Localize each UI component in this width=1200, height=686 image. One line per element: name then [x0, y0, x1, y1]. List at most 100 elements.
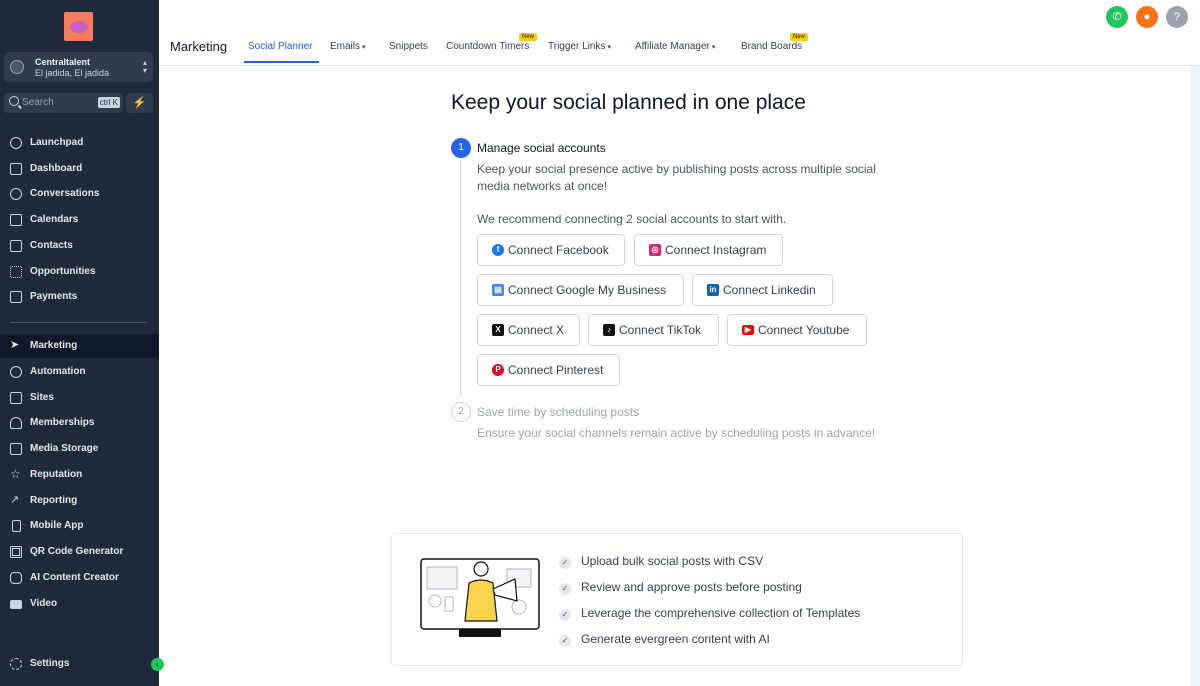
scrollbar[interactable]: [1190, 66, 1200, 686]
features-card: ✓ Upload bulk social posts with CSV ✓ Revi…: [391, 533, 963, 666]
automation-icon: [10, 366, 22, 378]
sidebar-item-qr-code-generator[interactable]: QR Code Generator: [0, 540, 159, 564]
sidebar-item-launchpad[interactable]: Launchpad: [0, 131, 159, 155]
tab-snippets[interactable]: Snippets: [389, 41, 428, 52]
sidebar-item-media-storage[interactable]: Media Storage: [0, 437, 159, 461]
quick-action-button[interactable]: ⚡: [126, 93, 153, 113]
button-label: Connect X: [508, 323, 565, 337]
logo-mark: [69, 20, 88, 33]
notifications-button[interactable]: ●: [1136, 6, 1158, 28]
feature-label: Leverage the comprehensive collection of…: [581, 606, 861, 620]
active-tab-indicator: [244, 61, 319, 63]
sidebar-item-label: QR Code Generator: [30, 546, 124, 557]
feature-item: ✓ Generate evergreen content with AI: [559, 632, 770, 647]
tab-social-planner[interactable]: Social Planner: [248, 41, 312, 52]
sidebar-item-settings[interactable]: Settings: [0, 652, 159, 676]
sidebar-item-automation[interactable]: Automation: [0, 360, 159, 384]
connect-pinterest-button[interactable]: P Connect Pinterest: [477, 354, 620, 386]
sidebar-item-label: Mobile App: [30, 520, 84, 531]
connect-x-button[interactable]: X Connect X: [477, 314, 580, 346]
sidebar-item-label: Settings: [30, 658, 70, 669]
sidebar-item-conversations[interactable]: Conversations: [0, 182, 159, 206]
account-location: El jadida, El jadida: [35, 68, 110, 78]
trend-icon: ↗: [10, 494, 20, 506]
sidebar-item-label: AI Content Creator: [30, 572, 119, 583]
step-1-description: Keep your social presence active by publ…: [477, 162, 876, 193]
sidebar-item-video[interactable]: Video: [0, 592, 159, 616]
phone-button[interactable]: ✆: [1106, 6, 1128, 28]
connect-instagram-button[interactable]: ◎ Connect Instagram: [634, 234, 783, 266]
sidebar-item-ai-content-creator[interactable]: AI Content Creator: [0, 566, 159, 590]
connect-google-business-button[interactable]: ▤ Connect Google My Business: [477, 274, 684, 306]
tab-emails[interactable]: Emails ▾: [330, 41, 366, 52]
membership-icon: [10, 417, 22, 429]
sidebar-item-marketing[interactable]: ➤ Marketing: [0, 334, 159, 358]
sidebar-item-label: Dashboard: [30, 163, 83, 174]
account-switcher[interactable]: Centraltalent El jadida, El jadida ▴ ▾: [4, 52, 153, 82]
sidebar-item-label: Marketing: [30, 340, 78, 351]
contacts-icon: [10, 240, 22, 252]
step-1-title: Manage social accounts: [477, 141, 606, 155]
chevron-down-icon: ▾: [362, 44, 366, 51]
google-business-icon: ▤: [492, 284, 504, 296]
help-button[interactable]: ?: [1166, 6, 1188, 28]
search-icon: [9, 96, 19, 106]
company-logo[interactable]: [64, 12, 93, 41]
help-icon: ?: [1173, 11, 1181, 23]
feature-item: ✓ Upload bulk social posts with CSV: [559, 554, 763, 569]
sidebar-item-calendars[interactable]: Calendars: [0, 208, 159, 232]
sidebar-item-dashboard[interactable]: Dashboard: [0, 157, 159, 181]
connect-facebook-button[interactable]: f Connect Facebook: [477, 234, 625, 266]
connect-tiktok-button[interactable]: ♪ Connect TikTok: [588, 314, 719, 346]
feature-item: ✓ Review and approve posts before posting: [559, 580, 802, 595]
x-icon: X: [492, 324, 504, 336]
sidebar: Centraltalent El jadida, El jadida ▴ ▾ Se…: [0, 0, 159, 686]
sidebar-item-reputation[interactable]: ☆ Reputation: [0, 463, 159, 487]
feature-label: Generate evergreen content with AI: [581, 632, 770, 646]
phone-icon: [12, 520, 21, 532]
search-input[interactable]: Search ctrl K: [4, 93, 123, 113]
tab-brand-boards[interactable]: Brand Boards: [741, 41, 802, 52]
sidebar-item-label: Contacts: [30, 240, 73, 251]
dashboard-icon: [10, 163, 22, 175]
tab-trigger-links[interactable]: Trigger Links ▾: [548, 41, 611, 52]
video-icon: [10, 600, 22, 609]
star-icon: ☆: [10, 467, 21, 481]
button-label: Connect Facebook: [508, 243, 609, 257]
step-2-badge: 2: [451, 402, 471, 422]
page-heading: Keep your social planned in one place: [451, 91, 806, 114]
sidebar-item-contacts[interactable]: Contacts: [0, 234, 159, 258]
sidebar-item-label: Calendars: [30, 214, 79, 225]
button-label: Connect Youtube: [758, 323, 850, 337]
step-2-description: Ensure your social channels remain activ…: [477, 426, 876, 440]
sidebar-item-payments[interactable]: Payments: [0, 285, 159, 309]
pinterest-icon: P: [492, 364, 504, 376]
bolt-icon: ⚡: [132, 97, 147, 109]
receipt-icon: [10, 291, 22, 303]
chevron-left-icon: ‹: [156, 660, 159, 669]
tab-affiliate-manager[interactable]: Affiliate Manager ▾: [635, 41, 715, 52]
step-1-recommendation: We recommend connecting 2 social account…: [477, 212, 787, 226]
sidebar-item-reporting[interactable]: ↗ Reporting: [0, 489, 159, 513]
check-icon: ✓: [559, 557, 571, 569]
button-label: Connect Pinterest: [508, 363, 604, 377]
connect-linkedin-button[interactable]: in Connect Linkedin: [692, 274, 833, 306]
chevron-down-icon: ▾: [607, 44, 611, 51]
sidebar-item-label: Launchpad: [30, 137, 84, 148]
sidebar-item-sites[interactable]: Sites: [0, 386, 159, 410]
check-icon: ✓: [559, 609, 571, 621]
sidebar-item-opportunities[interactable]: Opportunities: [0, 260, 159, 284]
new-badge: New: [519, 33, 538, 41]
bell-icon: ●: [1143, 11, 1151, 23]
feature-label: Review and approve posts before posting: [581, 580, 802, 594]
connect-youtube-button[interactable]: ▶ Connect Youtube: [727, 314, 867, 346]
sidebar-collapse-button[interactable]: ‹: [151, 658, 164, 671]
page-title: Marketing: [170, 39, 228, 54]
tab-countdown-timers[interactable]: Countdown Timers: [446, 41, 529, 52]
calendar-icon: [10, 214, 22, 226]
feature-item: ✓ Leverage the comprehensive collection o…: [559, 606, 860, 621]
button-label: Connect Linkedin: [723, 283, 816, 297]
sidebar-item-label: Sites: [30, 392, 54, 403]
sidebar-item-mobile-app[interactable]: Mobile App: [0, 514, 159, 538]
sidebar-item-memberships[interactable]: Memberships: [0, 411, 159, 435]
